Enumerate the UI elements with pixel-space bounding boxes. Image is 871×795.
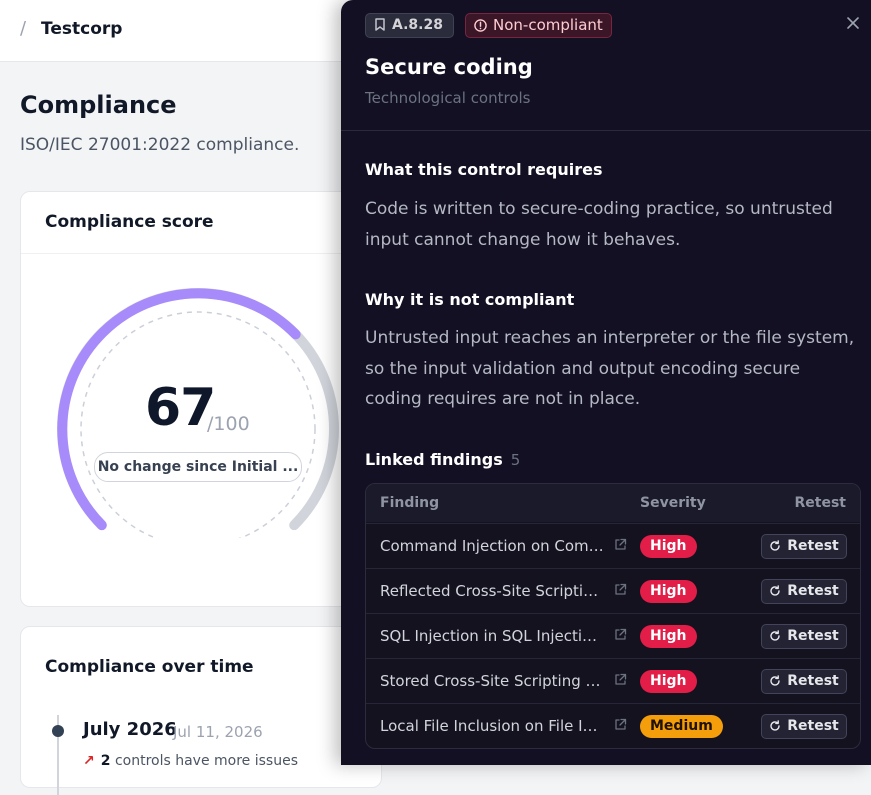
retest-label: Retest (787, 583, 839, 599)
score-change-badge: No change since Initial ... (94, 452, 302, 482)
card-divider (21, 253, 381, 254)
refresh-icon (770, 720, 780, 731)
table-header: Finding Severity Retest (366, 484, 860, 522)
finding-name[interactable]: Command Injection on Comm... (380, 537, 605, 555)
table-row[interactable]: SQL Injection in SQL Injection ... High … (366, 613, 860, 659)
bookmark-icon (375, 18, 385, 31)
finding-name[interactable]: Stored Cross-Site Scripting (X... (380, 672, 605, 690)
score-max: /100 (207, 413, 250, 435)
why-text: Untrusted input reaches an interpreter o… (365, 328, 855, 409)
external-link-icon[interactable] (614, 583, 627, 596)
requires-text: Code is written to secure-coding practic… (365, 199, 833, 250)
refresh-icon (770, 585, 780, 596)
requires-heading: What this control requires (365, 160, 603, 179)
linked-findings-count: 5 (510, 451, 521, 469)
card-title: Compliance score (45, 212, 214, 232)
retest-label: Retest (787, 673, 839, 689)
breadcrumb-separator: / (20, 18, 27, 39)
severity-badge: High (640, 625, 697, 648)
timeline-month: July 2026 (83, 719, 177, 740)
external-link-icon[interactable] (614, 673, 627, 686)
table-row[interactable]: Command Injection on Comm... High Retest (366, 523, 860, 569)
external-link-icon[interactable] (614, 538, 627, 551)
compliance-score-card: Compliance score 67 /100 No change since… (20, 191, 382, 607)
column-finding: Finding (380, 495, 440, 511)
severity-badge: Medium (640, 715, 723, 738)
timeline-issue: ↗ 2 controls have more issues (83, 753, 298, 769)
page-subtitle: ISO/IEC 27001:2022 compliance. (20, 135, 300, 155)
retest-label: Retest (787, 538, 839, 554)
finding-name[interactable]: Local File Inclusion on File Inc... (380, 717, 605, 735)
refresh-icon (770, 630, 780, 641)
timeline-issue-count: 2 (100, 753, 111, 769)
severity-badge: High (640, 670, 697, 693)
retest-button[interactable]: Retest (761, 579, 847, 604)
findings-table: Finding Severity Retest Command Injectio… (365, 483, 861, 749)
severity-badge: High (640, 535, 697, 558)
retest-button[interactable]: Retest (761, 624, 847, 649)
external-link-icon[interactable] (614, 718, 627, 731)
control-id-badge: A.8.28 (365, 13, 454, 38)
refresh-icon (770, 540, 780, 551)
linked-findings-label: Linked findings (365, 450, 503, 469)
drawer-category: Technological controls (365, 89, 531, 107)
compliance-over-time-card: Compliance over time July 2026 Jul 11, 2… (20, 626, 382, 795)
finding-name[interactable]: SQL Injection in SQL Injection ... (380, 627, 605, 645)
status-badge: Non-compliant (465, 13, 612, 38)
severity-badge: High (640, 580, 697, 603)
drawer-title: Secure coding (365, 55, 533, 79)
trend-up-icon: ↗ (83, 753, 95, 769)
table-row[interactable]: Local File Inclusion on File Inc... Medi… (366, 703, 860, 748)
external-link-icon[interactable] (614, 628, 627, 641)
control-detail-drawer: A.8.28 Non-compliant Secure coding Techn… (341, 0, 871, 765)
timeline-date: Jul 11, 2026 (173, 723, 263, 741)
timeline-issue-text: controls have more issues (114, 753, 298, 769)
retest-button[interactable]: Retest (761, 669, 847, 694)
drawer-divider (341, 130, 871, 131)
retest-button[interactable]: Retest (761, 714, 847, 739)
alert-circle-icon (474, 19, 487, 32)
breadcrumb-org[interactable]: Testcorp (41, 19, 122, 39)
linked-findings-heading: Linked findings 5 (365, 450, 520, 469)
table-row[interactable]: Reflected Cross-Site Scriptin... High Re… (366, 568, 860, 614)
close-icon[interactable] (844, 14, 862, 32)
why-heading: Why it is not compliant (365, 290, 575, 309)
retest-label: Retest (787, 628, 839, 644)
control-id-label: A.8.28 (392, 17, 443, 33)
column-retest: Retest (794, 495, 847, 511)
status-label: Non-compliant (493, 16, 603, 34)
page-title: Compliance (20, 91, 177, 119)
column-severity: Severity (640, 495, 706, 511)
card-title: Compliance over time (45, 657, 254, 677)
refresh-icon (770, 675, 780, 686)
score-value: 67 (145, 378, 216, 438)
retest-label: Retest (787, 718, 839, 734)
timeline-dot (52, 725, 64, 737)
retest-button[interactable]: Retest (761, 534, 847, 559)
table-row[interactable]: Stored Cross-Site Scripting (X... High R… (366, 658, 860, 704)
finding-name[interactable]: Reflected Cross-Site Scriptin... (380, 582, 605, 600)
